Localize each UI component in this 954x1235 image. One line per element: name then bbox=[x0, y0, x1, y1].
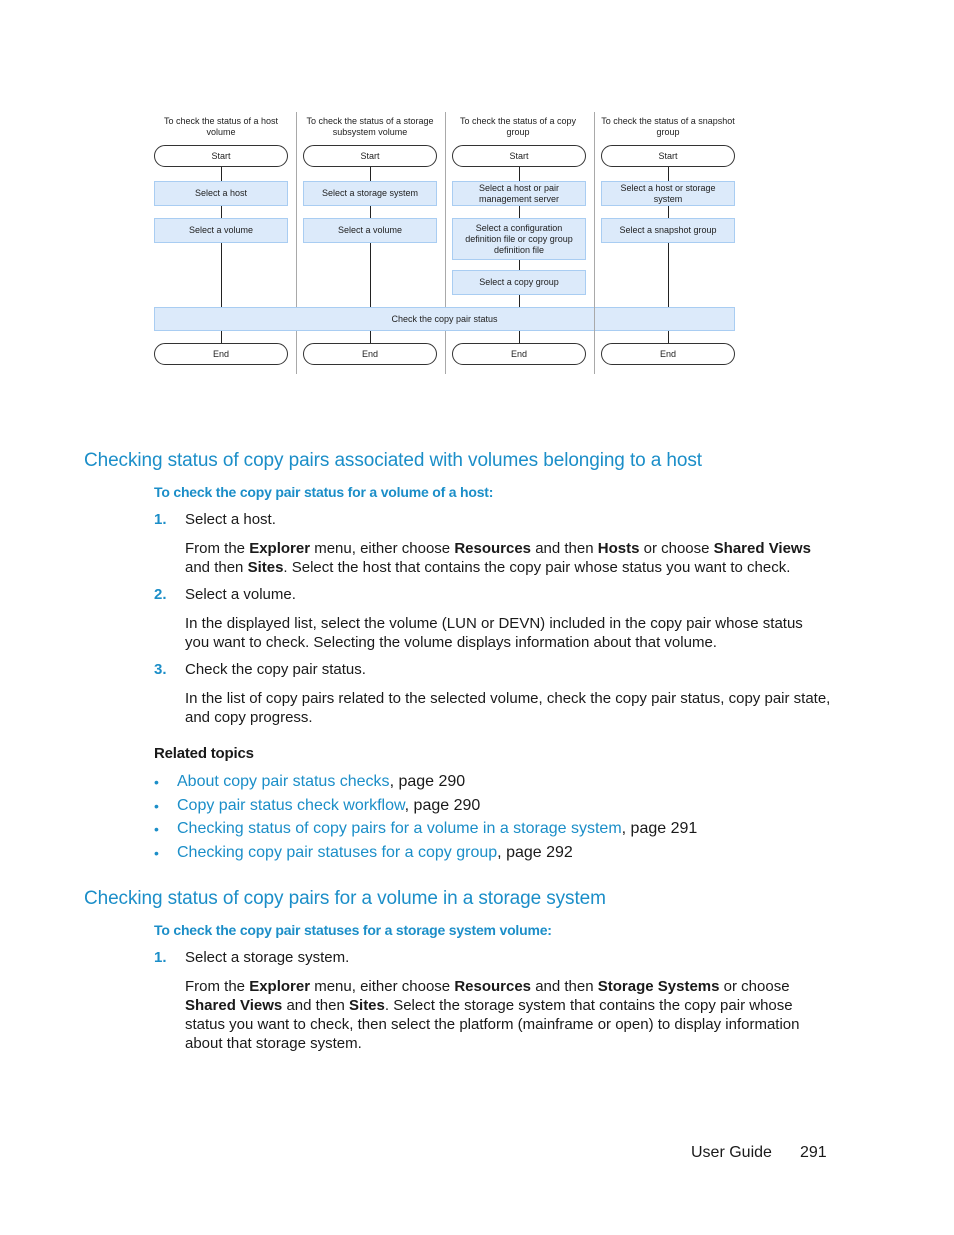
step-text: Select a host. bbox=[185, 511, 276, 528]
process-step: Select a volume bbox=[154, 218, 288, 243]
ui-term: Sites bbox=[247, 559, 284, 576]
bullet-icon: • bbox=[154, 774, 159, 790]
ui-term: Explorer bbox=[249, 540, 311, 557]
shared-process-step: Check the copy pair status bbox=[154, 307, 735, 331]
start-terminal: Start bbox=[154, 145, 288, 167]
start-terminal: Start bbox=[303, 145, 437, 167]
process-step: Select a host bbox=[154, 181, 288, 206]
ui-term: Sites bbox=[349, 997, 385, 1014]
ui-term: Hosts bbox=[597, 540, 640, 557]
section-heading: Checking status of copy pairs associated… bbox=[84, 450, 702, 471]
section-heading: Checking status of copy pairs for a volu… bbox=[84, 888, 606, 909]
ui-term: Shared Views bbox=[185, 997, 283, 1014]
related-topic-link[interactable]: About copy pair status checks bbox=[177, 773, 390, 790]
related-topic-item: • About copy pair status checks, page 29… bbox=[154, 772, 697, 796]
step-text: Check the copy pair status. bbox=[185, 661, 366, 678]
step-number: 2. bbox=[154, 586, 167, 603]
ui-term: Explorer bbox=[249, 978, 311, 995]
flow-line bbox=[221, 330, 222, 344]
related-topic-item: • Checking copy pair statuses for a copy… bbox=[154, 843, 697, 867]
lane-title: To check the status of a host volume bbox=[163, 116, 279, 137]
end-terminal: End bbox=[303, 343, 437, 365]
step-detail: From the Explorer menu, either choose Re… bbox=[185, 540, 811, 576]
end-terminal: End bbox=[452, 343, 586, 365]
lane-separator bbox=[594, 307, 595, 331]
page-reference: , page 292 bbox=[497, 843, 573, 861]
start-terminal: Start bbox=[452, 145, 586, 167]
step-number: 3. bbox=[154, 661, 167, 678]
lane-title: To check the status of a copy group bbox=[459, 116, 577, 137]
process-step: Select a configuration definition file o… bbox=[452, 218, 586, 260]
step-number: 1. bbox=[154, 949, 167, 966]
procedure-title: To check the copy pair status for a volu… bbox=[154, 484, 494, 500]
step-text: Select a volume. bbox=[185, 586, 296, 603]
related-topic-item: • Checking status of copy pairs for a vo… bbox=[154, 819, 697, 843]
lane-separator bbox=[445, 112, 446, 374]
related-topics-heading: Related topics bbox=[154, 745, 254, 762]
end-terminal: End bbox=[154, 343, 288, 365]
footer-guide-label: User Guide bbox=[691, 1144, 772, 1161]
related-topic-link[interactable]: Copy pair status check workflow bbox=[177, 797, 405, 814]
step-text: Select a storage system. bbox=[185, 949, 350, 966]
ui-term: Resources bbox=[454, 540, 532, 557]
process-step: Select a host or storage system bbox=[601, 181, 735, 206]
ui-term: Resources bbox=[454, 978, 532, 995]
step-detail: From the Explorer menu, either choose Re… bbox=[185, 978, 800, 1052]
start-terminal: Start bbox=[601, 145, 735, 167]
bullet-icon: • bbox=[154, 797, 159, 814]
step-detail: In the displayed list, select the volume… bbox=[185, 615, 803, 651]
copy-pair-status-workflow-diagram: To check the status of a host volume Sta… bbox=[150, 108, 750, 378]
process-step: Select a copy group bbox=[452, 270, 586, 295]
process-step: Select a host or pair management server bbox=[452, 181, 586, 206]
lane-separator bbox=[594, 112, 595, 374]
process-step: Select a volume bbox=[303, 218, 437, 243]
ui-term: Storage Systems bbox=[597, 978, 720, 995]
related-topic-link[interactable]: Checking status of copy pairs for a volu… bbox=[177, 820, 622, 837]
step-number: 1. bbox=[154, 511, 167, 528]
process-step: Select a storage system bbox=[303, 181, 437, 206]
procedure-title: To check the copy pair statuses for a st… bbox=[154, 922, 552, 938]
page-reference: , page 291 bbox=[621, 820, 698, 837]
footer-page-number: 291 bbox=[800, 1144, 827, 1161]
related-topic-item: • Copy pair status check workflow, page … bbox=[154, 796, 697, 820]
related-topic-link[interactable]: Checking copy pair statuses for a copy g… bbox=[177, 844, 497, 861]
page-reference: , page 290 bbox=[389, 773, 466, 790]
lane-title: To check the status of a snapshot group bbox=[601, 116, 735, 137]
related-topics-list: • About copy pair status checks, page 29… bbox=[154, 772, 697, 866]
lane-separator bbox=[296, 112, 297, 374]
bullet-icon: • bbox=[154, 844, 159, 861]
process-step: Select a snapshot group bbox=[601, 218, 735, 243]
page-reference: , page 290 bbox=[404, 796, 481, 814]
end-terminal: End bbox=[601, 343, 735, 365]
bullet-icon: • bbox=[154, 821, 159, 837]
ui-term: Shared Views bbox=[713, 540, 811, 557]
lane-title: To check the status of a storage subsyst… bbox=[306, 116, 434, 137]
step-detail: In the list of copy pairs related to the… bbox=[185, 690, 831, 726]
